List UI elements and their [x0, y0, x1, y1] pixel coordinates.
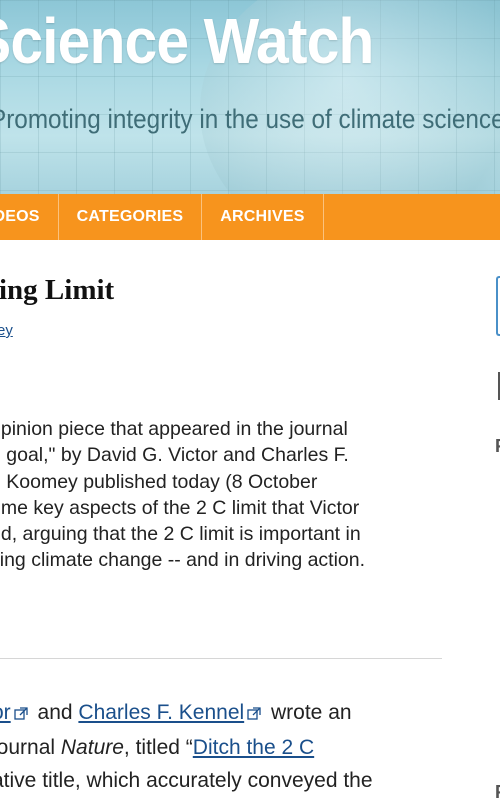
body-line: ative title, which accurately conveyed t… [0, 769, 373, 792]
intro-line: g goal," by David G. Victor and Charles … [0, 444, 349, 467]
body-line: journal Nature, titled “Ditch the 2 C [0, 731, 452, 764]
sidebar-heading-fragment: F [495, 782, 500, 800]
main-nav: VIDEOS CATEGORIES ARCHIVES [0, 194, 500, 240]
external-link-icon [247, 698, 261, 731]
nav-item-label: VIDEOS [0, 208, 40, 225]
nav-item-videos[interactable]: VIDEOS [0, 194, 59, 240]
body-text: and [31, 701, 79, 724]
sidebar-heading-fragment: F [495, 436, 500, 457]
nav-item-categories[interactable]: CATEGORIES [59, 194, 203, 240]
link-ditch-2c[interactable]: Ditch the 2 C [193, 736, 314, 759]
intro-line: e Koomey published today (8 October [0, 470, 318, 493]
body-text: , titled “ [123, 736, 193, 759]
link-victor[interactable]: or [0, 701, 11, 724]
post-author-link[interactable]: ey [0, 322, 13, 339]
intro-line: ome key aspects of the 2 C limit that Vi… [0, 496, 360, 519]
nav-item-label: CATEGORIES [76, 208, 184, 225]
journal-name: Nature [60, 736, 124, 759]
section-divider [0, 658, 442, 659]
post-body-paragraph: or and Charles F. Kennel wrote an journa… [0, 696, 452, 797]
body-text: wrote an [265, 701, 352, 724]
intro-line: opinion piece that appeared in the journ… [0, 418, 348, 440]
site-title[interactable]: Science Watch [0, 4, 374, 78]
body-line: or and Charles F. Kennel wrote an [0, 696, 452, 731]
site-tagline: Promoting integrity in the use of climat… [0, 104, 500, 134]
post-content: ing Limit ey opinion piece that appeared… [0, 240, 445, 800]
intro-line: ed, arguing that the 2 C limit is import… [0, 523, 361, 546]
header-banner: Science Watch Promoting integrity in the… [0, 0, 500, 194]
body-text: journal [0, 736, 56, 759]
sidebar-search-box[interactable] [496, 276, 500, 336]
post-title[interactable]: ing Limit [0, 274, 114, 307]
post-intro: opinion piece that appeared in the journ… [0, 416, 450, 574]
nav-item-archives[interactable]: ARCHIVES [202, 194, 324, 240]
link-kennel[interactable]: Charles F. Kennel [78, 701, 244, 724]
intro-line: sing climate change -- and in driving ac… [0, 549, 366, 572]
sidebar: F F [486, 240, 500, 800]
nav-item-label: ARCHIVES [220, 208, 305, 225]
external-link-icon [14, 698, 28, 731]
